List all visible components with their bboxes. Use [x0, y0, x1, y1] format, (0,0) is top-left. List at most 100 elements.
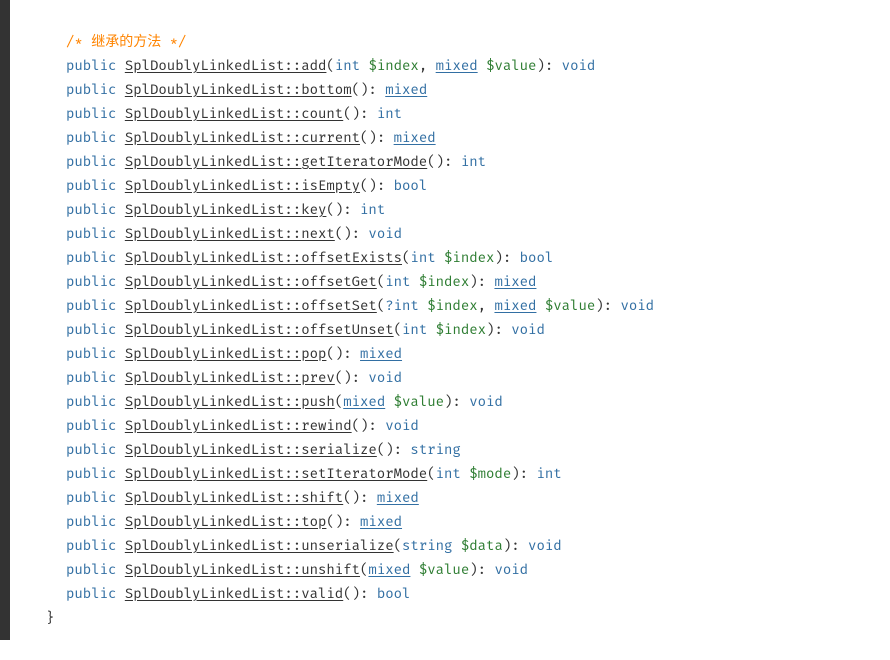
method-name-link[interactable]: SplDoublyLinkedList::current: [125, 129, 360, 146]
open-paren: (: [352, 81, 360, 98]
method-signature: public SplDoublyLinkedList::key(): int: [46, 198, 854, 222]
method-signature: public SplDoublyLinkedList::push(mixed $…: [46, 390, 854, 414]
method-name-link[interactable]: SplDoublyLinkedList::unserialize: [125, 537, 394, 554]
return-type: void: [620, 297, 654, 314]
method-name-link[interactable]: SplDoublyLinkedList::shift: [125, 489, 343, 506]
return-type: bool: [377, 585, 411, 602]
open-paren: (: [343, 105, 351, 122]
method-name-link[interactable]: SplDoublyLinkedList::push: [125, 393, 335, 410]
comma: ,: [419, 57, 436, 74]
open-paren: (: [394, 537, 402, 554]
close-paren-colon: ):: [352, 105, 377, 122]
modifier-keyword: public: [66, 585, 116, 602]
return-type-link[interactable]: mixed: [494, 273, 536, 290]
method-signature: public SplDoublyLinkedList::add(int $ind…: [46, 54, 854, 78]
return-type: int: [461, 153, 486, 170]
close-paren-colon: ):: [343, 369, 368, 386]
left-sidebar-strip: [0, 0, 10, 640]
return-type-link[interactable]: mixed: [377, 489, 419, 506]
return-type: void: [368, 225, 402, 242]
open-paren: (: [377, 273, 385, 290]
close-paren-colon: ):: [360, 81, 385, 98]
method-name-link[interactable]: SplDoublyLinkedList::pop: [125, 345, 327, 362]
modifier-keyword: public: [66, 345, 116, 362]
close-paren-colon: ):: [335, 201, 360, 218]
param-type: int: [402, 321, 427, 338]
method-signature: public SplDoublyLinkedList::count(): int: [46, 102, 854, 126]
return-type: bool: [394, 177, 428, 194]
method-name-link[interactable]: SplDoublyLinkedList::isEmpty: [125, 177, 360, 194]
param-name: $index: [368, 57, 418, 74]
method-name-link[interactable]: SplDoublyLinkedList::key: [125, 201, 327, 218]
modifier-keyword: public: [66, 105, 116, 122]
close-paren-colon: ):: [486, 321, 511, 338]
return-type-link[interactable]: mixed: [360, 345, 402, 362]
modifier-keyword: public: [66, 249, 116, 266]
method-signature: public SplDoublyLinkedList::offsetUnset(…: [46, 318, 854, 342]
method-signature: public SplDoublyLinkedList::unserialize(…: [46, 534, 854, 558]
method-name-link[interactable]: SplDoublyLinkedList::add: [125, 57, 327, 74]
return-type: void: [494, 561, 528, 578]
open-paren: (: [394, 321, 402, 338]
method-signature: public SplDoublyLinkedList::serialize():…: [46, 438, 854, 462]
modifier-keyword: public: [66, 417, 116, 434]
modifier-keyword: public: [66, 177, 116, 194]
return-type-link[interactable]: mixed: [385, 81, 427, 98]
method-name-link[interactable]: SplDoublyLinkedList::valid: [125, 585, 343, 602]
method-name-link[interactable]: SplDoublyLinkedList::next: [125, 225, 335, 242]
close-paren-colon: ):: [536, 57, 561, 74]
param-name: $value: [419, 561, 469, 578]
method-name-link[interactable]: SplDoublyLinkedList::count: [125, 105, 343, 122]
return-type: int: [377, 105, 402, 122]
method-signature: public SplDoublyLinkedList::current(): m…: [46, 126, 854, 150]
method-name-link[interactable]: SplDoublyLinkedList::prev: [125, 369, 335, 386]
method-name-link[interactable]: SplDoublyLinkedList::getIteratorMode: [125, 153, 427, 170]
method-signature: public SplDoublyLinkedList::rewind(): vo…: [46, 414, 854, 438]
return-type-link[interactable]: mixed: [360, 513, 402, 530]
method-name-link[interactable]: SplDoublyLinkedList::offsetGet: [125, 273, 377, 290]
close-paren-colon: ):: [352, 585, 377, 602]
method-signature: public SplDoublyLinkedList::getIteratorM…: [46, 150, 854, 174]
param-name: $value: [486, 57, 536, 74]
method-signature: public SplDoublyLinkedList::offsetSet(?i…: [46, 294, 854, 318]
modifier-keyword: public: [66, 201, 116, 218]
method-signature: public SplDoublyLinkedList::setIteratorM…: [46, 462, 854, 486]
method-name-link[interactable]: SplDoublyLinkedList::offsetSet: [125, 297, 377, 314]
method-name-link[interactable]: SplDoublyLinkedList::offsetExists: [125, 249, 402, 266]
return-type: bool: [520, 249, 554, 266]
close-paren-colon: ):: [335, 513, 360, 530]
close-paren-colon: ):: [494, 249, 519, 266]
param-name: $value: [545, 297, 595, 314]
modifier-keyword: public: [66, 465, 116, 482]
modifier-keyword: public: [66, 273, 116, 290]
modifier-keyword: public: [66, 537, 116, 554]
method-name-link[interactable]: SplDoublyLinkedList::offsetUnset: [125, 321, 394, 338]
open-paren: (: [326, 513, 334, 530]
return-type: string: [410, 441, 460, 458]
method-list: public SplDoublyLinkedList::add(int $ind…: [46, 54, 854, 606]
return-type-link[interactable]: mixed: [394, 129, 436, 146]
return-type: void: [562, 57, 596, 74]
method-name-link[interactable]: SplDoublyLinkedList::serialize: [125, 441, 377, 458]
param-type-link[interactable]: mixed: [343, 393, 385, 410]
method-name-link[interactable]: SplDoublyLinkedList::top: [125, 513, 327, 530]
method-name-link[interactable]: SplDoublyLinkedList::bottom: [125, 81, 352, 98]
open-paren: (: [343, 585, 351, 602]
close-paren-colon: ):: [360, 417, 385, 434]
param-type-link[interactable]: mixed: [436, 57, 478, 74]
param-type: int: [335, 57, 360, 74]
modifier-keyword: public: [66, 129, 116, 146]
param-type: int: [436, 465, 461, 482]
open-paren: (: [335, 393, 343, 410]
method-name-link[interactable]: SplDoublyLinkedList::rewind: [125, 417, 352, 434]
modifier-keyword: public: [66, 297, 116, 314]
return-type: void: [469, 393, 503, 410]
param-name: $value: [394, 393, 444, 410]
param-type-link[interactable]: mixed: [494, 297, 536, 314]
close-paren-colon: ):: [511, 465, 536, 482]
modifier-keyword: public: [66, 57, 116, 74]
modifier-keyword: public: [66, 369, 116, 386]
param-type-link[interactable]: mixed: [368, 561, 410, 578]
method-name-link[interactable]: SplDoublyLinkedList::unshift: [125, 561, 360, 578]
method-name-link[interactable]: SplDoublyLinkedList::setIteratorMode: [125, 465, 427, 482]
